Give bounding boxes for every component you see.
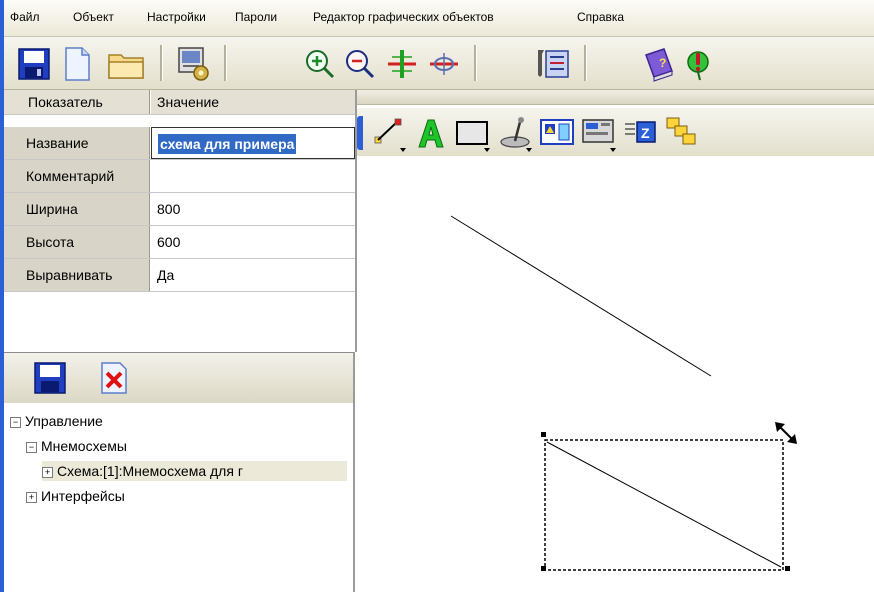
toolbar-separator	[474, 45, 477, 81]
layer-order-icon[interactable]: Z	[621, 112, 661, 154]
info-icon[interactable]	[680, 45, 720, 83]
graphics-toolbar: Z	[357, 108, 874, 156]
expand-icon[interactable]: +	[42, 466, 53, 478]
line-tool-icon[interactable]	[369, 112, 409, 154]
device-tool-icon[interactable]	[579, 112, 619, 154]
property-value-height[interactable]: 600	[151, 226, 355, 258]
menu-object[interactable]: Объект	[73, 10, 114, 24]
help-book-icon[interactable]: ?	[638, 45, 678, 83]
property-value-align[interactable]: Да	[151, 259, 355, 291]
property-row-comment[interactable]: Комментарий	[4, 160, 355, 193]
property-key: Комментарий	[4, 160, 150, 192]
add-point-icon[interactable]	[382, 45, 422, 83]
expand-icon[interactable]: +	[26, 491, 37, 503]
main-toolbar: ?	[4, 37, 874, 90]
remove-point-icon[interactable]	[424, 45, 464, 83]
tools-list-icon[interactable]	[532, 45, 572, 83]
group-icon[interactable]	[663, 112, 703, 154]
property-value-width[interactable]: 800	[151, 193, 355, 225]
column-header-indicator[interactable]: Показатель	[4, 90, 150, 114]
open-folder-icon[interactable]	[106, 45, 146, 83]
menu-passwords[interactable]: Пароли	[235, 10, 277, 24]
settings-computer-icon[interactable]	[172, 45, 212, 83]
tree-node-control[interactable]: − Управление	[10, 411, 103, 431]
svg-text:?: ?	[659, 56, 666, 70]
property-key: Высота	[4, 226, 150, 258]
collapse-icon[interactable]: −	[26, 441, 37, 453]
menu-file[interactable]: Файл	[10, 10, 40, 24]
menu-help[interactable]: Справка	[577, 10, 624, 24]
property-grid: Показатель Значение √ Название схема для…	[4, 90, 357, 352]
tree-node-mnemonic-schemes[interactable]: − Мнемосхемы	[26, 436, 127, 456]
text-tool-icon[interactable]	[411, 112, 451, 154]
save-icon[interactable]	[30, 359, 70, 397]
rectangle-tool-icon[interactable]	[453, 112, 493, 154]
tree-node-label: Интерфейсы	[41, 488, 125, 504]
property-value-comment[interactable]	[151, 160, 355, 192]
toolbar-grip[interactable]	[357, 116, 363, 150]
toolbar-separator	[224, 45, 227, 81]
menu-settings[interactable]: Настройки	[147, 10, 206, 24]
panel-splitter[interactable]	[353, 352, 355, 592]
toolbar-separator	[584, 45, 587, 81]
zoom-in-icon[interactable]	[300, 45, 340, 83]
delete-document-icon[interactable]	[94, 359, 134, 397]
tree-node-scheme[interactable]: + Схема:[1]:Мнемосхема для г	[42, 461, 347, 481]
canvas-line	[450, 215, 712, 377]
pointer-tool-icon[interactable]	[495, 112, 535, 154]
property-key: Название	[4, 127, 150, 159]
resize-handle-icon	[775, 422, 797, 444]
collapse-icon[interactable]: −	[10, 416, 21, 428]
zoom-out-icon[interactable]	[340, 45, 380, 83]
column-header-value[interactable]: Значение	[151, 90, 355, 114]
property-key: Ширина	[4, 193, 150, 225]
graphics-toolbar-strip	[357, 90, 874, 105]
property-key: Выравнивать	[4, 259, 150, 291]
selection-handle	[541, 432, 546, 437]
tree-node-label: Управление	[25, 413, 103, 429]
menu-graphics-editor[interactable]: Редактор графических объектов	[313, 10, 494, 24]
property-row-align[interactable]: Выравнивать Да	[4, 259, 355, 292]
property-grid-header: Показатель Значение	[4, 90, 355, 115]
image-tool-icon[interactable]	[537, 112, 577, 154]
property-value-name[interactable]: схема для примера	[151, 127, 355, 159]
property-row-height[interactable]: Высота 600	[4, 226, 355, 259]
new-document-icon[interactable]	[57, 45, 97, 83]
tree-node-interfaces[interactable]: + Интерфейсы	[26, 486, 125, 506]
tree-node-label: Мнемосхемы	[41, 438, 127, 454]
drawing-canvas[interactable]	[357, 158, 874, 592]
object-tree: − Управление − Мнемосхемы + Схема:[1]:Мнемо…	[4, 403, 353, 592]
selection-handle	[541, 566, 546, 571]
selected-line	[546, 441, 782, 568]
property-row-name[interactable]: √ Название схема для примера	[4, 127, 355, 160]
save-icon[interactable]	[14, 45, 54, 83]
tree-node-label: Схема:[1]:Мнемосхема для г	[57, 463, 243, 479]
tree-toolbar	[4, 352, 353, 404]
svg-text:Z: Z	[641, 125, 650, 141]
toolbar-separator	[160, 45, 163, 81]
selection-handle	[785, 566, 790, 571]
menu-bar: Файл Объект Настройки Пароли Редактор гр…	[4, 0, 874, 37]
property-row-width[interactable]: Ширина 800	[4, 193, 355, 226]
